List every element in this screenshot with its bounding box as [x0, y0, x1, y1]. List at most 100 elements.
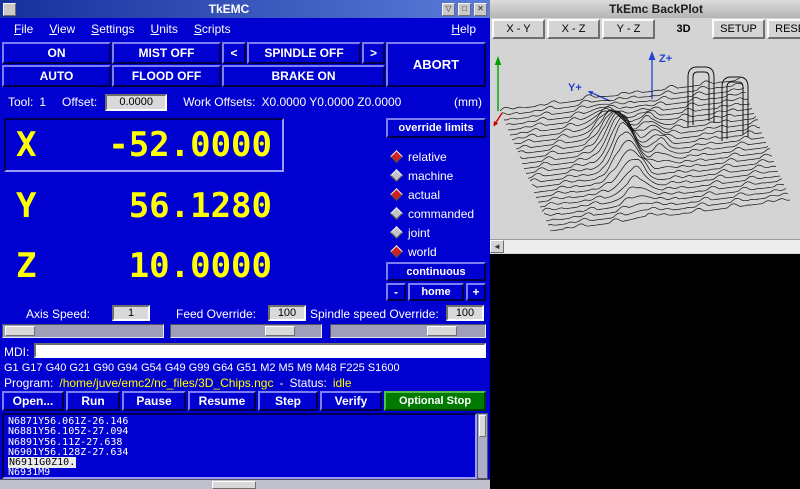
radio-label: machine [408, 169, 453, 183]
close-button[interactable]: ✕ [474, 3, 487, 16]
menu-file[interactable]: File [6, 20, 41, 38]
radio-label: actual [408, 188, 440, 202]
optional-stop-button[interactable]: Optional Stop [384, 391, 486, 411]
dro-z-value: 10.0000 [129, 246, 272, 286]
tool-offset-entry[interactable]: 0.0000 [105, 94, 167, 111]
reset-button[interactable]: RESET [767, 19, 800, 39]
home-button[interactable]: home [408, 283, 464, 301]
machine-on-button[interactable]: ON [2, 42, 111, 64]
status-separator: - [279, 376, 283, 390]
title-bar[interactable]: TkEMC ▽ □ ✕ [0, 0, 490, 18]
menu-scripts[interactable]: Scripts [186, 20, 239, 38]
minimize-button[interactable]: ▽ [442, 3, 455, 16]
menu-settings[interactable]: Settings [83, 20, 142, 38]
program-status-row: Program: /home/juve/emc2/nc_files/3D_Chi… [4, 376, 486, 390]
program-label: Program: [4, 376, 53, 390]
abort-button[interactable]: ABORT [386, 42, 486, 87]
spindle-slower-button[interactable]: < [222, 42, 246, 64]
status-label: Status: [289, 376, 326, 390]
dro-y-letter: Y [16, 186, 36, 226]
program-line: N6931M9 [8, 468, 471, 478]
radio-joint[interactable]: joint [392, 223, 488, 242]
dro-y-value: 56.1280 [129, 186, 272, 226]
jog-mode-button[interactable]: continuous [386, 262, 486, 281]
spindle-override-slider[interactable] [330, 324, 486, 338]
view-yz-button[interactable]: Y - Z [602, 19, 655, 39]
run-button[interactable]: Run [66, 391, 120, 411]
radio-actual[interactable]: actual [392, 185, 488, 204]
radio-label: world [408, 245, 437, 259]
menu-view[interactable]: View [41, 20, 83, 38]
radio-indicator-icon [390, 245, 403, 258]
menu-bar: File View Settings Units Scripts Help [0, 18, 490, 40]
resume-button[interactable]: Resume [188, 391, 256, 411]
spindle-button[interactable]: SPINDLE OFF [247, 42, 361, 64]
feed-override-entry[interactable]: 100 [268, 305, 306, 321]
jog-minus-button[interactable]: - [386, 283, 406, 301]
dro-x-value: -52.0000 [108, 125, 272, 165]
slider-thumb[interactable] [5, 326, 35, 336]
program-path: /home/juve/emc2/nc_files/3D_Chips.ngc [59, 376, 273, 390]
radio-indicator-icon [390, 226, 403, 239]
radio-relative[interactable]: relative [392, 147, 488, 166]
backplot-window-title: TkEmc BackPlot [609, 2, 703, 16]
maximize-button[interactable]: □ [458, 3, 471, 16]
mode-auto-button[interactable]: AUTO [2, 65, 111, 87]
step-button[interactable]: Step [258, 391, 318, 411]
radio-machine[interactable]: machine [392, 166, 488, 185]
program-listing[interactable]: N6871Y56.061Z-26.146 N6881Y56.105Z-27.09… [2, 413, 477, 479]
window-title: TkEMC [16, 2, 442, 16]
status-value: idle [333, 376, 352, 390]
spindle-faster-button[interactable]: > [362, 42, 385, 64]
radio-world[interactable]: world [392, 242, 488, 261]
mist-button[interactable]: MIST OFF [112, 42, 221, 64]
menu-help[interactable]: Help [443, 20, 484, 38]
window-menu-icon[interactable] [3, 3, 16, 16]
feed-override-slider[interactable] [170, 324, 322, 338]
slider-thumb[interactable] [427, 326, 457, 336]
program-hscrollbar[interactable] [0, 479, 490, 489]
setup-button[interactable]: SETUP [712, 19, 765, 39]
z-axis-arrowhead-icon [649, 51, 656, 60]
backplot-view-buttons: X - Y X - Z Y - Z 3D SETUP RESET [492, 19, 800, 40]
scroll-left-arrow-icon[interactable]: ◄ [490, 240, 504, 253]
feed-override-label: Feed Override: [176, 307, 256, 321]
backplot-canvas: Z+ Y+ [492, 41, 800, 237]
menu-units[interactable]: Units [143, 20, 186, 38]
brake-button[interactable]: BRAKE ON [222, 65, 385, 87]
verify-button[interactable]: Verify [320, 391, 382, 411]
open-button[interactable]: Open... [2, 391, 64, 411]
active-gcodes: G1 G17 G40 G21 G90 G94 G54 G49 G99 G64 G… [4, 362, 400, 374]
radio-label: relative [408, 150, 447, 164]
view-3d-button[interactable]: 3D [657, 19, 710, 39]
pause-button[interactable]: Pause [122, 391, 186, 411]
backplot-window: TkEmc BackPlot X - Y X - Z Y - Z 3D SETU… [490, 0, 800, 254]
spindle-override-label: Spindle speed Override: [310, 307, 439, 321]
tool-value: 1 [39, 95, 46, 109]
radio-commanded[interactable]: commanded [392, 204, 488, 223]
flood-button[interactable]: FLOOD OFF [112, 65, 221, 87]
work-offsets-label: Work Offsets: [183, 95, 255, 109]
program-vscrollbar[interactable] [477, 413, 488, 479]
dro-z-letter: Z [16, 246, 36, 286]
view-xy-button[interactable]: X - Y [492, 19, 545, 39]
axis-speed-label: Axis Speed: [26, 307, 90, 321]
axis-speed-slider[interactable] [2, 324, 164, 338]
view-xz-button[interactable]: X - Z [547, 19, 600, 39]
scrollbar-thumb[interactable] [479, 415, 486, 437]
backplot-hscrollbar[interactable]: ◄ ► [490, 239, 800, 253]
override-limits-button[interactable]: override limits [386, 118, 486, 138]
backplot-title-bar[interactable]: TkEmc BackPlot [490, 0, 800, 18]
mdi-input[interactable] [34, 343, 486, 358]
y-axis-label: Y+ [568, 82, 582, 94]
tool-label: Tool: [8, 95, 33, 109]
scrollbar-thumb[interactable] [212, 481, 256, 489]
program-line: N6901Y56.128Z-27.634 [8, 448, 471, 458]
jog-plus-button[interactable]: + [466, 283, 486, 301]
offset-label: Offset: [62, 95, 97, 109]
slider-thumb[interactable] [265, 326, 295, 336]
spindle-override-entry[interactable]: 100 [446, 305, 484, 321]
tkemc-window: TkEMC ▽ □ ✕ File View Settings Units Scr… [0, 0, 490, 489]
axis-speed-entry[interactable]: 1 [112, 305, 150, 321]
radio-indicator-icon [390, 150, 403, 163]
